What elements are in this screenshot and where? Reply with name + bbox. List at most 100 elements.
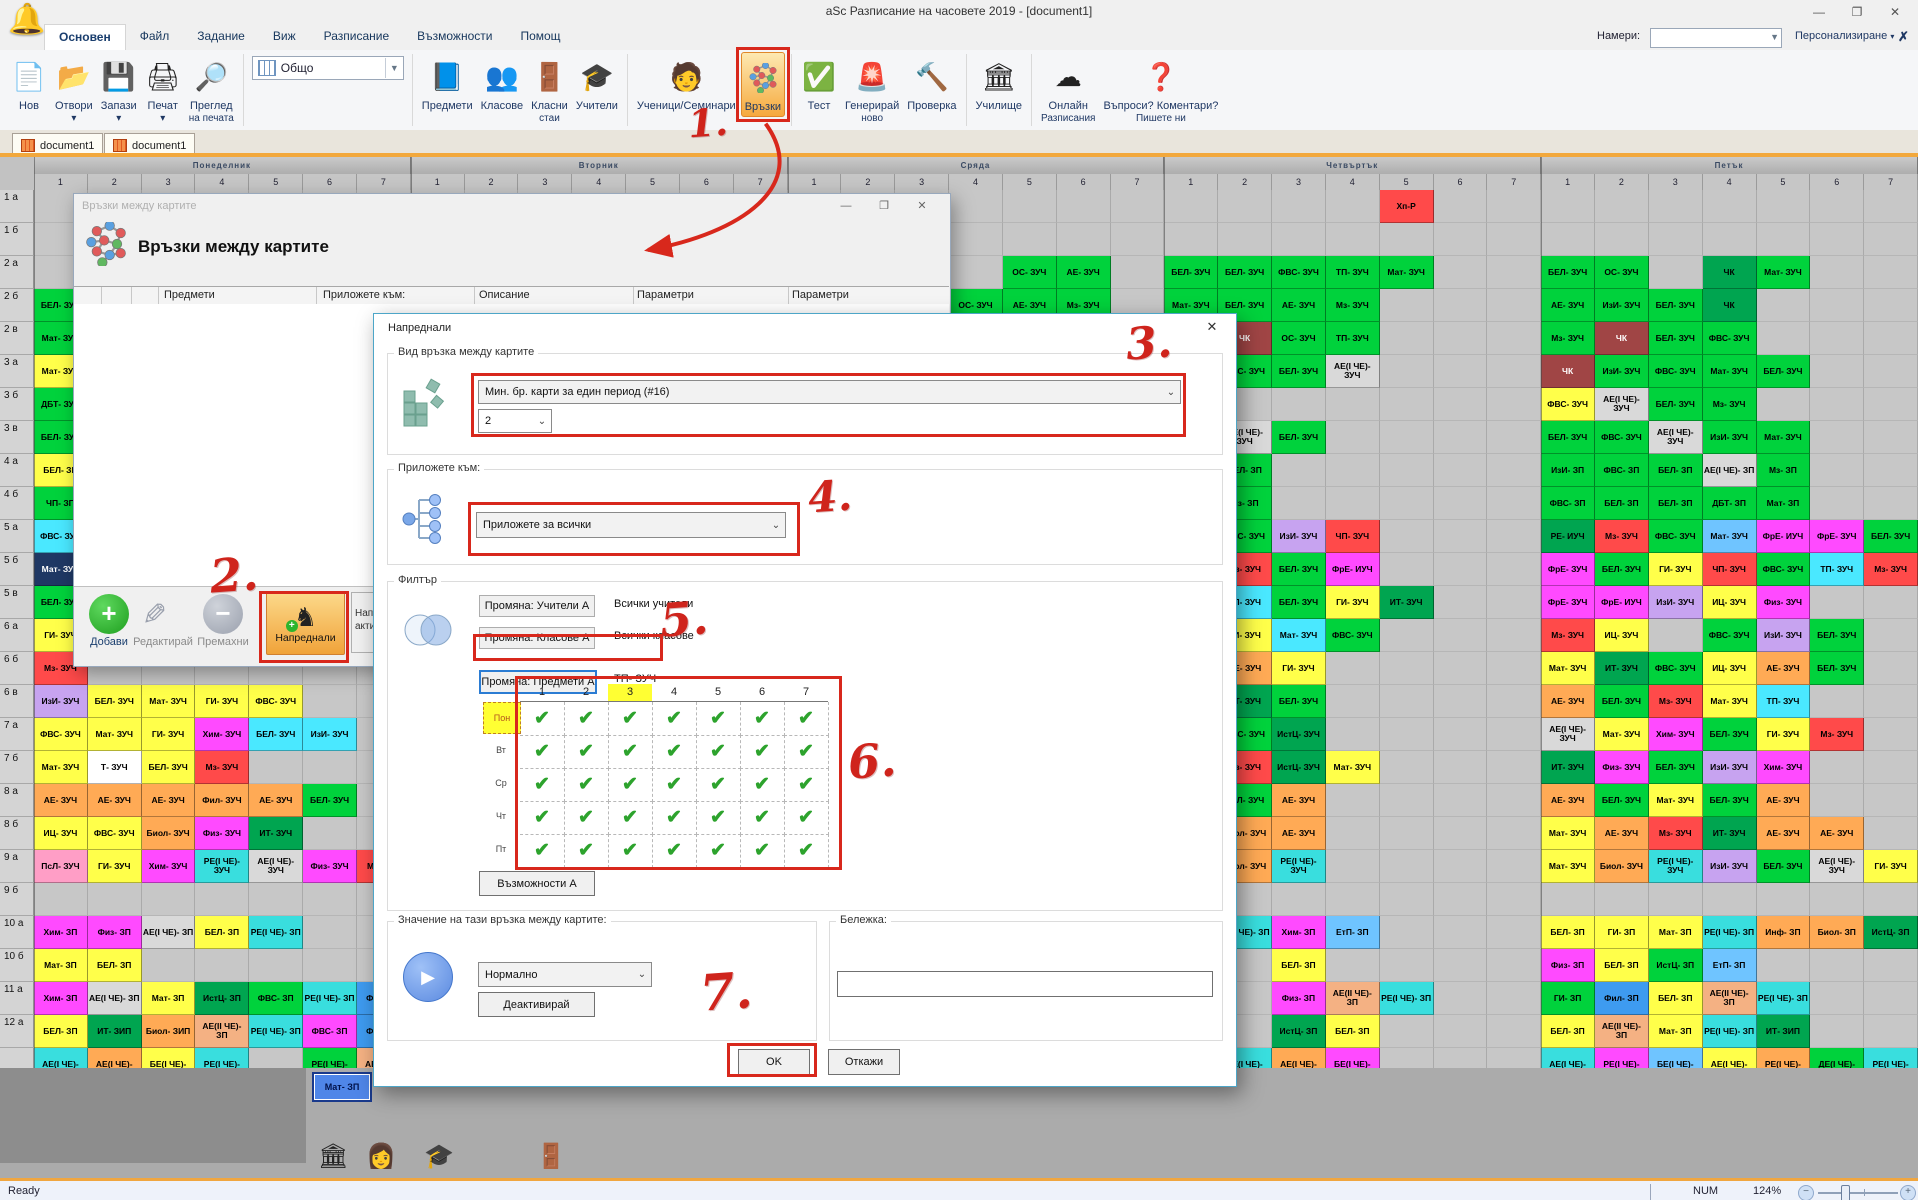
timetable-card[interactable]: РЕ(I ЧЕ)- [1595,1048,1649,1068]
timetable-cell[interactable] [1864,718,1918,751]
timetable-card[interactable]: ГИ- ЗУЧ [1326,586,1380,619]
timetable-card[interactable]: Физ- ЗП [1541,949,1595,982]
timetable-card[interactable]: БЕЛ- ЗУЧ [1703,784,1757,817]
timetable-card[interactable]: БЕ(I ЧЕ)- [1326,1048,1380,1068]
timetable-cell[interactable] [249,751,303,784]
timetable-card[interactable]: Мат- ЗП [1757,487,1811,520]
timetable-card[interactable]: РЕ(I ЧЕ)- [195,1048,249,1068]
timetable-cell[interactable] [303,916,357,949]
timetable-cell[interactable] [1434,487,1488,520]
timetable-card[interactable]: БЕЛ- ЗУЧ [1164,256,1218,289]
timetable-card[interactable]: БЕЛ- ЗУЧ [1272,685,1326,718]
timetable-card[interactable]: Физ- ЗУЧ [303,850,357,883]
timetable-card[interactable]: АЕ(I ЧЕ)- ЗП [88,982,142,1015]
timetable-card[interactable]: АЕ(I ЧЕ)- ЗУЧ [1541,718,1595,751]
timetable-card[interactable]: ГИ- ЗУЧ [88,850,142,883]
timetable-cell[interactable] [1434,355,1488,388]
timetable-card[interactable]: БЕЛ- ЗУЧ [1703,718,1757,751]
chevron-down-icon[interactable]: ▼ [1770,32,1779,42]
timetable-card[interactable]: ИзИ- ЗУЧ [1703,751,1757,784]
timetable-card[interactable]: ТП- ЗУЧ [1810,553,1864,586]
timetable-card[interactable]: ФрЕ- ЗУЧ [1541,586,1595,619]
timetable-cell[interactable] [1541,190,1595,223]
dialog1-maximize-icon[interactable]: ❐ [867,194,901,218]
timetable-cell[interactable] [1434,553,1488,586]
school-icon[interactable]: 🏛 [318,1142,348,1171]
timetable-cell[interactable] [1810,982,1864,1015]
timetable-card[interactable]: ПсЛ- ЗУЧ [34,850,88,883]
timetable-card[interactable]: ФВС- ЗУЧ [1272,256,1326,289]
timetable-cell[interactable] [1649,619,1703,652]
timetable-card[interactable]: ФрЕ- ИУЧ [1757,520,1811,553]
timetable-card[interactable]: БЕЛ- ЗУЧ [1541,256,1595,289]
timetable-cell[interactable] [1541,223,1595,256]
timetable-cell[interactable] [1380,454,1434,487]
find-input[interactable]: ▼ [1650,28,1782,48]
timetable-card[interactable]: БЕЛ- ЗП [1541,1015,1595,1048]
timetable-card[interactable]: БЕЛ- ЗУЧ [1810,652,1864,685]
timetable-cell[interactable] [1326,685,1380,718]
timetable-card[interactable]: ФВС- ЗУЧ [1649,652,1703,685]
timetable-cell[interactable] [1380,355,1434,388]
timetable-card[interactable]: Хим- ЗП [1272,916,1326,949]
timetable-cell[interactable] [1487,388,1541,421]
timetable-card[interactable]: РЕ(I ЧЕ)- [1864,1048,1918,1068]
timetable-cell[interactable] [1757,190,1811,223]
timetable-card[interactable]: Хим- ЗУЧ [1757,751,1811,784]
timetable-cell[interactable] [1757,883,1811,916]
timetable-card[interactable]: ФВС- ЗУЧ [249,685,303,718]
timetable-cell[interactable] [1864,388,1918,421]
timetable-card[interactable]: ЧП- ЗУЧ [1703,553,1757,586]
timetable-cell[interactable] [1434,652,1488,685]
timetable-card[interactable]: ГИ- ЗП [1595,916,1649,949]
timetable-card[interactable]: ДБТ- ЗП [1703,487,1757,520]
timetable-cell[interactable] [1487,487,1541,520]
view-combo[interactable]: Общо▼ [252,56,404,80]
timetable-card[interactable]: ГИ- ЗП [1541,982,1595,1015]
timetable-card[interactable]: ТП- ЗУЧ [1326,322,1380,355]
timetable-card[interactable]: Физ- ЗУЧ [1757,586,1811,619]
timetable-cell[interactable] [1380,916,1434,949]
timetable-cell[interactable] [1810,949,1864,982]
timetable-cell[interactable] [1864,487,1918,520]
timetable-card[interactable]: Мат- ЗП [34,949,88,982]
timetable-card[interactable]: Мз- ЗУЧ [195,751,249,784]
timetable-card[interactable]: Мз- ЗУЧ [1541,322,1595,355]
timetable-cell[interactable] [1326,190,1380,223]
timetable-card[interactable]: ФВС- ЗУЧ [34,718,88,751]
timetable-cell[interactable] [949,223,1003,256]
ribbon-button-print[interactable]: 🖨Печат▾ [142,52,184,126]
timetable-cell[interactable] [1810,685,1864,718]
timetable-cell[interactable] [1487,256,1541,289]
timetable-card[interactable]: БЕЛ- ЗУЧ [1595,553,1649,586]
timetable-cell[interactable] [1703,223,1757,256]
teacher-icon[interactable]: 👩 [366,1142,396,1171]
timetable-cell[interactable] [1810,388,1864,421]
timetable-cell[interactable] [1434,190,1488,223]
timetable-card[interactable]: ИзИ- ЗУЧ [34,685,88,718]
ribbon-button-generate[interactable]: 🚨Генерирайново [842,52,902,126]
timetable-cell[interactable] [1434,949,1488,982]
ribbon-button-questions[interactable]: ❓Въпроси? Коментари?Пишете ни [1100,52,1221,126]
timetable-cell[interactable] [1487,949,1541,982]
timetable-cell[interactable] [303,817,357,850]
dialog1-minimize-icon[interactable]: — [829,194,863,218]
timetable-card[interactable]: Мз- ЗУЧ [1810,718,1864,751]
timetable-card[interactable]: Мат- ЗУЧ [1757,421,1811,454]
timetable-card[interactable]: ИзИ- ЗУЧ [1757,619,1811,652]
timetable-cell[interactable] [1326,388,1380,421]
timetable-card[interactable]: ЧК [1703,256,1757,289]
timetable-card[interactable]: ИЦ- ЗУЧ [1703,586,1757,619]
timetable-card[interactable]: АЕ(I ЧЕ)- [1703,1048,1757,1068]
timetable-card[interactable]: АЕ(II ЧЕ)- ЗП [1595,1015,1649,1048]
timetable-cell[interactable] [1380,718,1434,751]
timetable-cell[interactable] [1164,223,1218,256]
timetable-cell[interactable] [1810,322,1864,355]
timetable-card[interactable]: ОС- ЗУЧ [1003,256,1057,289]
timetable-card[interactable]: БЕЛ- ЗУЧ [1649,322,1703,355]
timetable-card[interactable]: ИЦ- ЗУЧ [1703,652,1757,685]
ribbon-button-print-preview[interactable]: 🔎Прегледна печата [186,52,237,126]
timetable-card[interactable]: ИзИ- ЗУЧ [1595,289,1649,322]
timetable-cell[interactable] [1649,256,1703,289]
timetable-card[interactable]: ГИ- ЗУЧ [1757,718,1811,751]
